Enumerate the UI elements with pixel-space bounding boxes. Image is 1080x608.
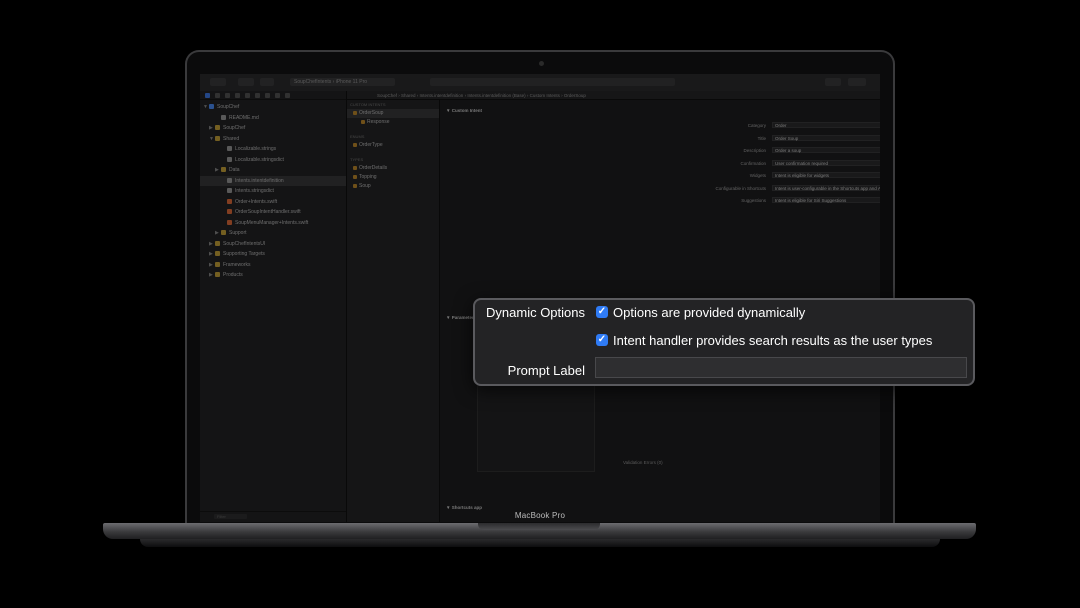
camera-icon — [539, 61, 544, 66]
search-results-text: Intent handler provides search results a… — [613, 333, 933, 348]
search-results-checkbox[interactable]: ✓ — [596, 334, 608, 346]
laptop-base-shadow — [140, 539, 940, 547]
dynamic-options-label: Dynamic Options — [486, 305, 585, 320]
checkmark-icon: ✓ — [597, 334, 607, 345]
prompt-label: Prompt Label — [507, 363, 585, 378]
laptop-notch — [478, 523, 600, 530]
dynamic-options-callout: Dynamic Options ✓ Options are provided d… — [473, 298, 975, 386]
prompt-label-input[interactable] — [595, 357, 967, 378]
laptop-lid: SoupChefIntents › iPhone 11 Pro ▼ SoupChe… — [185, 50, 895, 528]
dynamic-options-text: Options are provided dynamically — [613, 305, 806, 320]
brand-label: MacBook Pro — [514, 511, 566, 520]
checkmark-icon: ✓ — [597, 306, 607, 317]
dynamic-options-checkbox[interactable]: ✓ — [596, 306, 608, 318]
